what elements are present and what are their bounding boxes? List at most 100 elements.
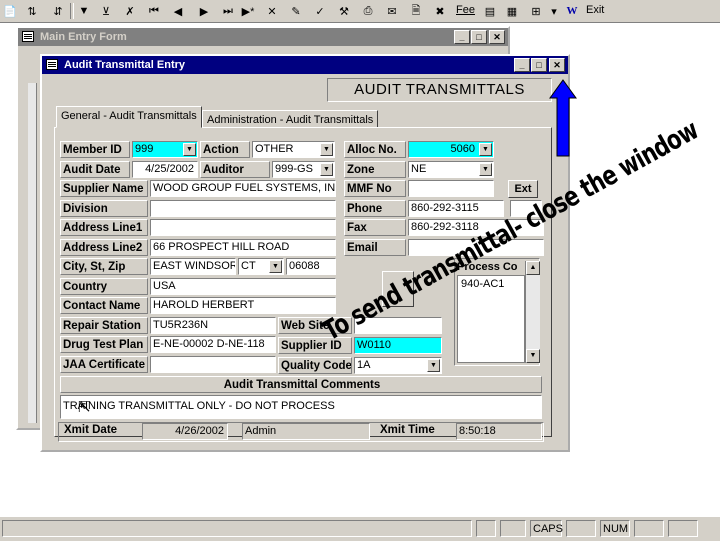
tools-icon[interactable]: ⚒ (336, 3, 352, 19)
address-line2-field[interactable]: 66 PROSPECT HILL ROAD (150, 239, 336, 256)
page-icon[interactable]: 📄 (2, 3, 18, 19)
address-line1-field[interactable] (150, 219, 336, 236)
status-cell (634, 520, 664, 537)
record-selector[interactable] (28, 83, 37, 423)
supplier-id-field[interactable]: W0110 (354, 337, 442, 354)
maximize-button[interactable]: □ (531, 58, 547, 72)
form-view-icon[interactable]: ▤ (482, 3, 498, 19)
quality-code-label: Quality Code (278, 357, 352, 374)
arrow-up-icon (549, 79, 577, 157)
mail-icon[interactable]: ✉ (384, 3, 400, 19)
alloc-no-value: 5060 (450, 143, 475, 155)
new-record-icon[interactable]: ▶* (240, 3, 256, 19)
chevron-down-icon[interactable]: ▼ (427, 359, 440, 372)
division-field[interactable] (150, 200, 336, 217)
list-item[interactable]: 940-AC1 (458, 276, 524, 292)
sort-ascending-icon[interactable]: ⇅ (24, 3, 40, 19)
city-field[interactable]: EAST WINDSOR (150, 258, 236, 275)
tab-administration[interactable]: Administration - Audit Transmittals (202, 110, 379, 128)
chevron-down-icon[interactable]: ▼ (320, 163, 333, 176)
audit-date-field[interactable]: 4/25/2002 (132, 161, 198, 178)
scrollbar[interactable]: ▲ ▼ (525, 261, 540, 363)
supplier-name-field[interactable]: WOOD GROUP FUEL SYSTEMS, IN (150, 180, 336, 197)
country-label: Country (60, 278, 148, 295)
zone-field[interactable]: NE ▼ (408, 161, 494, 178)
chevron-down-icon[interactable]: ▼ (320, 143, 333, 156)
alloc-no-field[interactable]: 5060 ▼ (408, 141, 494, 158)
datasheet-icon[interactable]: ▦ (504, 3, 520, 19)
caps-indicator: CAPS (530, 520, 563, 537)
filter-by-form-icon[interactable]: ⊻ (98, 3, 114, 19)
status-cell (500, 520, 526, 537)
supplier-name-label: Supplier Name (60, 180, 148, 197)
chevron-down-icon[interactable]: ▾ (546, 3, 562, 19)
delete-record-icon[interactable]: ✕ (264, 3, 280, 19)
minimize-button[interactable]: _ (454, 30, 470, 44)
contact-name-field[interactable]: HAROLD HERBERT (150, 297, 336, 314)
zip-field[interactable]: 06088 (286, 258, 336, 275)
first-record-icon[interactable]: ⏮ (146, 3, 162, 19)
auditor-field[interactable]: 999-GS ▼ (272, 161, 335, 178)
maximize-button[interactable]: □ (471, 30, 487, 44)
close-button[interactable]: ✕ (549, 58, 565, 72)
city-st-zip-label: City, St, Zip (60, 258, 148, 275)
chevron-down-icon[interactable]: ▼ (269, 260, 282, 273)
audit-window-titlebar: Audit Transmittal Entry _ □ ✕ (42, 56, 568, 74)
word-icon[interactable]: W (564, 3, 580, 19)
preview-icon[interactable]: 🗎 (408, 3, 424, 19)
member-id-label: Member ID (60, 141, 130, 158)
alloc-no-label: Alloc No. (344, 141, 406, 158)
remove-filter-icon[interactable]: ✗ (122, 3, 138, 19)
close-button[interactable]: ✕ (489, 30, 505, 44)
state-field[interactable]: CT ▼ (238, 258, 284, 275)
status-cell (668, 520, 698, 537)
xmit-date-field: 4/26/2002 (142, 423, 228, 440)
status-cell (566, 520, 596, 537)
chevron-down-icon[interactable]: ▼ (183, 143, 196, 156)
repair-station-field[interactable]: TU5R236N (150, 317, 276, 334)
next-record-icon[interactable]: ▶ (196, 3, 212, 19)
drug-test-plan-field[interactable]: E-NE-00002 D-NE-118 (150, 336, 276, 353)
quality-code-field[interactable]: 1A ▼ (354, 357, 442, 374)
mmf-no-field[interactable] (408, 180, 494, 197)
grid-icon[interactable]: ⊞ (528, 3, 544, 19)
phone-field[interactable]: 860-292-3115 (408, 200, 504, 217)
form-icon (46, 59, 58, 70)
fee-button[interactable]: Fee (456, 4, 475, 16)
print-icon[interactable]: ⎙ (360, 3, 376, 19)
toolbar-separator (70, 3, 74, 19)
main-window-titlebar: Main Entry Form _ □ ✕ (18, 28, 508, 46)
fax-label: Fax (344, 219, 406, 236)
jaa-certificate-field[interactable] (150, 356, 276, 373)
division-label: Division (60, 200, 148, 217)
sort-descending-icon[interactable]: ⇵ (50, 3, 66, 19)
jaa-certificate-label: JAA Certificate (60, 356, 148, 373)
last-record-icon[interactable]: ⏭ (220, 3, 236, 19)
chevron-down-icon[interactable]: ▼ (479, 163, 492, 176)
comments-field[interactable]: TRAINING TRANSMITTAL ONLY - DO NOT PROCE… (60, 395, 542, 419)
edit-icon[interactable]: ✎ (288, 3, 304, 19)
ext-button[interactable]: Ext (508, 180, 538, 198)
action-field[interactable]: OTHER ▼ (252, 141, 335, 158)
address-line2-label: Address Line2 (60, 239, 148, 256)
spelling-icon[interactable]: ✓ (312, 3, 328, 19)
scroll-down-icon[interactable]: ▼ (526, 349, 540, 363)
scroll-up-icon[interactable]: ▲ (526, 261, 540, 275)
status-bar: CAPS NUM (0, 516, 720, 541)
tab-general[interactable]: General - Audit Transmittals (56, 106, 202, 128)
country-field[interactable]: USA (150, 278, 336, 295)
xmit-date-label: Xmit Date (64, 424, 118, 436)
minimize-button[interactable]: _ (514, 58, 530, 72)
member-id-field[interactable]: 999 ▼ (132, 141, 198, 158)
process-codes-list[interactable]: 940-AC1 (457, 275, 525, 363)
excel-icon[interactable]: ✖ (432, 3, 448, 19)
member-id-value: 999 (135, 143, 154, 155)
mouse-cursor-icon: ⇱ (78, 399, 91, 416)
previous-record-icon[interactable]: ◀ (170, 3, 186, 19)
auditor-label: Auditor (200, 161, 270, 178)
filter-icon[interactable]: ▼ (76, 3, 92, 19)
chevron-down-icon[interactable]: ▼ (479, 143, 492, 156)
num-indicator: NUM (600, 520, 630, 537)
repair-station-label: Repair Station (60, 317, 148, 334)
exit-button[interactable]: Exit (586, 4, 604, 16)
